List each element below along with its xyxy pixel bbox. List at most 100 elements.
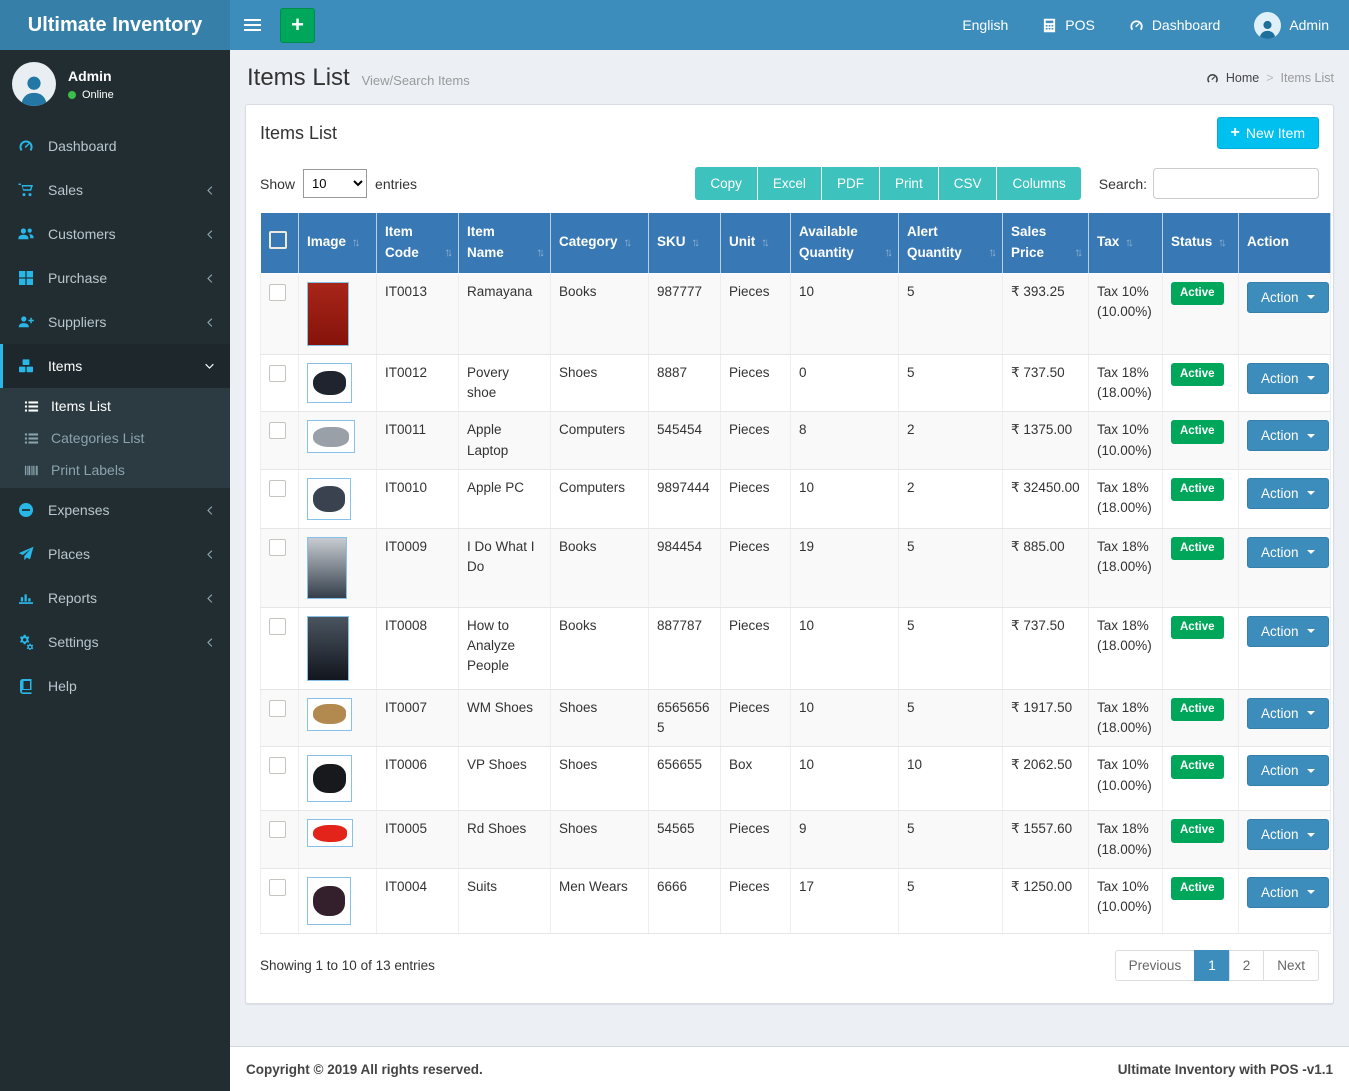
caret-down-icon [1307, 833, 1315, 837]
action-label: Action [1261, 706, 1299, 721]
csv-export-button[interactable]: CSV [939, 167, 998, 200]
copy-export-button[interactable]: Copy [695, 167, 758, 200]
sidebar-item-sales[interactable]: Sales [0, 168, 230, 212]
action-button[interactable]: Action [1247, 819, 1329, 850]
column-header-alert-quantity[interactable]: Alert Quantity↑↓ [899, 213, 1003, 274]
columns-export-button[interactable]: Columns [997, 167, 1080, 200]
sidebar-item-customers[interactable]: Customers [0, 212, 230, 256]
item-name-cell: WM Shoes [459, 689, 551, 747]
caret-down-icon [1307, 890, 1315, 894]
sales-price-cell: ₹ 1375.00 [1003, 412, 1089, 470]
navbar-right: English POS Dashboard Admin [962, 12, 1349, 39]
user-name: Admin [68, 68, 114, 84]
row-checkbox[interactable] [269, 422, 286, 439]
unit-cell: Pieces [721, 528, 791, 607]
sidebar-subitem-label: Print Labels [51, 462, 125, 478]
pos-link[interactable]: POS [1042, 17, 1095, 33]
sidebar-item-expenses[interactable]: Expenses [0, 488, 230, 532]
tax-cell: Tax 10%(10.00%) [1089, 868, 1163, 933]
column-header-item-code[interactable]: Item Code↑↓ [377, 213, 459, 274]
column-header-available-quantity[interactable]: Available Quantity↑↓ [791, 213, 899, 274]
sidebar-subitem-print-labels[interactable]: Print Labels [0, 454, 230, 486]
sidebar-item-label: Customers [48, 226, 116, 242]
sidebar-item-settings[interactable]: Settings [0, 620, 230, 664]
action-button[interactable]: Action [1247, 537, 1329, 568]
sidebar: Ultimate Inventory Admin Online Dashboar… [0, 0, 230, 1091]
chevron-left-icon [204, 185, 215, 196]
pagination-previous[interactable]: Previous [1115, 950, 1196, 981]
column-header-category[interactable]: Category↑↓ [551, 213, 649, 274]
tax-rate: (18.00%) [1097, 383, 1154, 403]
user-menu[interactable]: Admin [1254, 12, 1329, 39]
breadcrumb-home[interactable]: Home [1226, 71, 1259, 85]
pdf-export-button[interactable]: PDF [822, 167, 880, 200]
row-checkbox[interactable] [269, 365, 286, 382]
sidebar-item-purchase[interactable]: Purchase [0, 256, 230, 300]
plus-icon: + [1231, 125, 1240, 141]
column-header-unit[interactable]: Unit↑↓ [721, 213, 791, 274]
action-button[interactable]: Action [1247, 282, 1329, 313]
sku-cell: 6666 [649, 868, 721, 933]
column-header-sku[interactable]: SKU↑↓ [649, 213, 721, 274]
action-button[interactable]: Action [1247, 616, 1329, 647]
column-header-sales-price[interactable]: Sales Price↑↓ [1003, 213, 1089, 274]
tax-cell: Tax 18%(18.00%) [1089, 607, 1163, 689]
print-export-button[interactable]: Print [880, 167, 939, 200]
available-quantity-cell: 9 [791, 811, 899, 869]
select-all-checkbox[interactable] [269, 231, 287, 249]
row-checkbox[interactable] [269, 821, 286, 838]
sidebar-subitem-categories-list[interactable]: Categories List [0, 422, 230, 454]
sidebar-item-places[interactable]: Places [0, 532, 230, 576]
search-input[interactable] [1153, 168, 1319, 199]
item-name-cell: How to Analyze People [459, 607, 551, 689]
sidebar-item-dashboard[interactable]: Dashboard [0, 124, 230, 168]
sidebar-toggle-icon[interactable] [230, 0, 274, 50]
pagination-page-1[interactable]: 1 [1194, 950, 1230, 981]
sidebar-item-help[interactable]: Help [0, 664, 230, 708]
row-checkbox[interactable] [269, 480, 286, 497]
action-button[interactable]: Action [1247, 420, 1329, 451]
quick-add-button[interactable]: + [280, 8, 315, 43]
entries-label: entries [375, 176, 417, 192]
pagination-next[interactable]: Next [1263, 950, 1319, 981]
alert-quantity-cell: 5 [899, 868, 1003, 933]
caret-down-icon [1307, 491, 1315, 495]
page-length-select[interactable]: 10 [303, 169, 367, 198]
dashboard-link[interactable]: Dashboard [1129, 17, 1221, 33]
sidebar-subitem-items-list[interactable]: Items List [0, 390, 230, 422]
sku-cell: 887787 [649, 607, 721, 689]
column-header-status[interactable]: Status↑↓ [1163, 213, 1239, 274]
unit-cell: Pieces [721, 273, 791, 354]
action-button[interactable]: Action [1247, 877, 1329, 908]
row-checkbox[interactable] [269, 757, 286, 774]
grid-icon [18, 270, 37, 286]
table-row: IT0011Apple LaptopComputers545454Pieces8… [261, 412, 1331, 470]
action-button[interactable]: Action [1247, 698, 1329, 729]
pagination-page-2[interactable]: 2 [1229, 950, 1265, 981]
row-checkbox[interactable] [269, 618, 286, 635]
sidebar-item-suppliers[interactable]: Suppliers [0, 300, 230, 344]
row-checkbox[interactable] [269, 879, 286, 896]
brand-logo[interactable]: Ultimate Inventory [0, 0, 230, 50]
action-button[interactable]: Action [1247, 478, 1329, 509]
panel-title: Items List [260, 123, 337, 144]
column-header-image[interactable]: Image↑↓ [299, 213, 377, 274]
tax-rate: (18.00%) [1097, 840, 1154, 860]
sidebar-item-items[interactable]: Items [0, 344, 230, 388]
new-item-button[interactable]: + New Item [1217, 117, 1319, 149]
row-checkbox[interactable] [269, 284, 286, 301]
column-header-item-name[interactable]: Item Name↑↓ [459, 213, 551, 274]
chevron-left-icon [204, 637, 215, 648]
status-badge: Active [1171, 478, 1224, 501]
sidebar-item-reports[interactable]: Reports [0, 576, 230, 620]
language-menu[interactable]: English [962, 17, 1008, 33]
excel-export-button[interactable]: Excel [758, 167, 822, 200]
action-button[interactable]: Action [1247, 755, 1329, 786]
row-checkbox[interactable] [269, 700, 286, 717]
column-header-tax[interactable]: Tax↑↓ [1089, 213, 1163, 274]
row-checkbox[interactable] [269, 539, 286, 556]
product-photo-shape [313, 886, 346, 915]
caret-down-icon [1307, 376, 1315, 380]
sales-price-cell: ₹ 737.50 [1003, 354, 1089, 412]
action-button[interactable]: Action [1247, 363, 1329, 394]
